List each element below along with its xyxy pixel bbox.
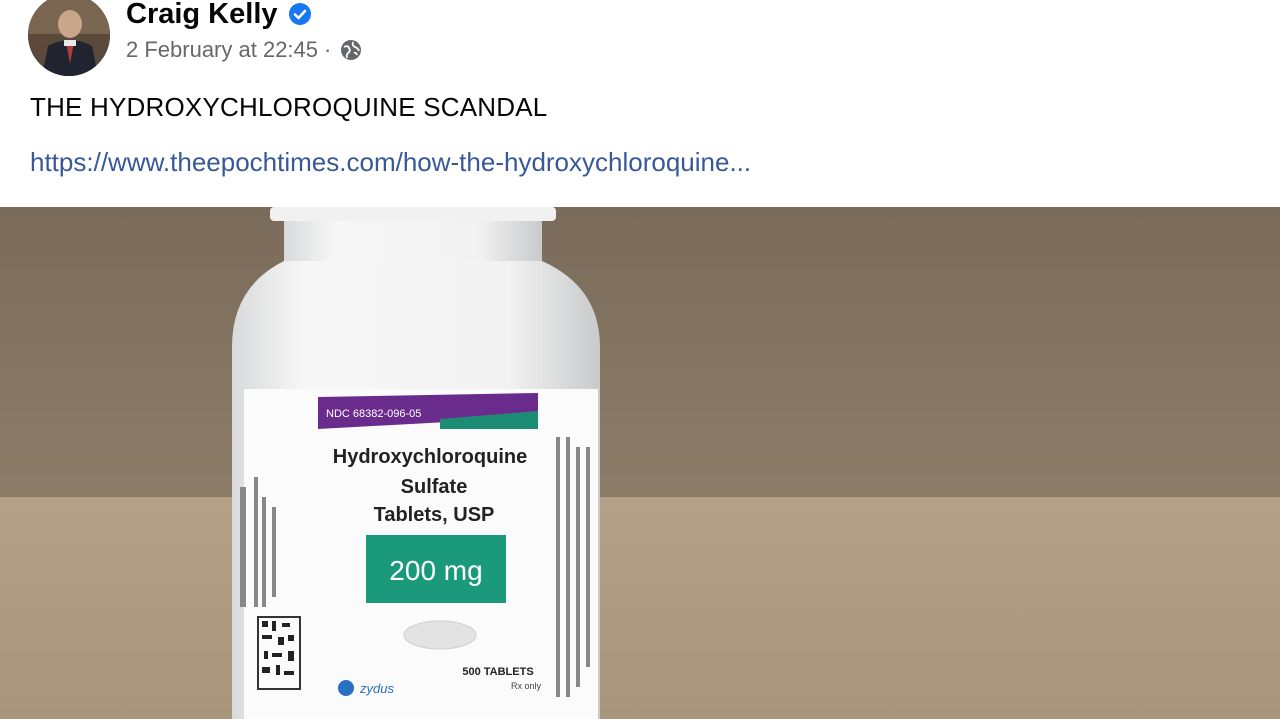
brand-logo-icon [338, 680, 354, 696]
rx-only: Rx only [511, 681, 542, 691]
verified-badge-icon [288, 3, 311, 25]
author-avatar[interactable] [28, 0, 110, 76]
post-link[interactable]: https://www.theepochtimes.com/how-the-hy… [30, 147, 751, 178]
author-name[interactable]: Craig Kelly [126, 0, 278, 31]
pill-image [403, 620, 477, 650]
label-form: Tablets, USP [374, 504, 495, 526]
globe-icon[interactable] [339, 38, 363, 62]
meta-separator: · [324, 37, 332, 62]
brand-name: zydus [359, 681, 394, 696]
label-drug-name: Hydroxychloroquine [333, 446, 527, 468]
post-text: THE HYDROXYCHLOROQUINE SCANDAL [30, 92, 548, 122]
label-salt: Sulfate [401, 476, 468, 498]
tablet-count: 500 TABLETS [462, 666, 533, 678]
ndc-code: NDC 68382-096-05 [326, 408, 421, 420]
post-header: Craig Kelly 2 February at 22:45 · THE HY… [0, 0, 1280, 207]
post-timestamp[interactable]: 2 February at 22:45 [126, 37, 318, 63]
post-photo[interactable]: NDC 68382-096-05 Hydroxychloroquine Sulf… [0, 207, 1280, 719]
author-row: Craig Kelly [126, 0, 312, 32]
bottle-cap [270, 207, 556, 221]
dose-value: 200 mg [389, 555, 482, 586]
post-meta: 2 February at 22:45 · [126, 36, 363, 64]
